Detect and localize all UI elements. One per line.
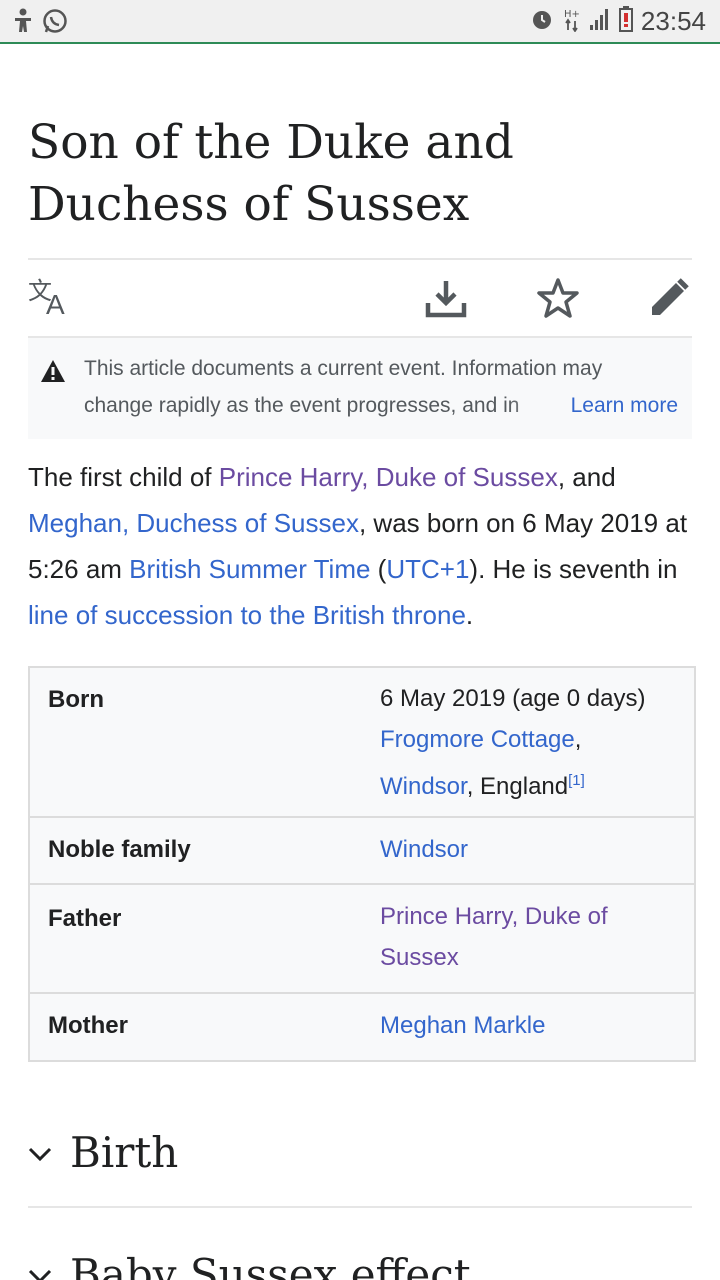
born-place-line-2: Windsor, England[1] [380,760,680,807]
current-event-notice: This article documents a current event. … [28,338,692,439]
infobox-value: Meghan Markle [380,1005,680,1046]
link-meghan-markle[interactable]: Meghan Markle [380,1012,545,1039]
section-birth[interactable]: Birth [28,1128,692,1206]
link-father[interactable]: Prince Harry, Duke of Sussex [380,903,608,971]
chevron-down-icon [28,1268,52,1280]
intro-text: , and [557,462,616,492]
edit-icon[interactable] [648,277,690,324]
link-line-of-succession[interactable]: line of succession to the British throne [28,600,466,630]
learn-more-link[interactable]: Learn more [571,394,678,418]
clock-time: 23:54 [640,6,706,36]
translate-icon[interactable]: 文 A [28,277,74,322]
infobox-value: Windsor [380,829,680,870]
download-icon[interactable] [425,277,467,324]
signal-icon [589,7,611,36]
notice-fade [508,390,568,430]
section-baby-sussex-effect[interactable]: Baby Sussex effect [28,1252,692,1280]
accessibility-icon [12,8,34,39]
born-country: , England [466,773,569,800]
link-meghan[interactable]: Meghan, Duchess of Sussex [28,508,359,538]
status-bar: H+ 23:54 [0,0,720,44]
infobox-label: Born [48,686,104,713]
intro-text: ). He is seventh in [469,554,678,584]
infobox-row-born: Born 6 May 2019 (age 0 days) Frogmore Co… [30,668,694,818]
page-title: Son of the Duke and Duchess of Sussex [28,115,514,232]
born-comma: , [574,726,582,753]
warning-icon [40,359,66,388]
intro-paragraph: The first child of Prince Harry, Duke of… [28,454,692,638]
network-hplus-icon: H+ [563,6,581,37]
link-noble-family[interactable]: Noble family [48,836,191,864]
title-divider [28,258,692,260]
notice-line-1: This article documents a current event. … [84,357,603,380]
infobox-row-mother: Mother Meghan Markle [30,994,694,1060]
link-windsor[interactable]: Windsor [380,773,467,800]
infobox-label: Mother [48,1012,128,1039]
whatsapp-icon [42,8,68,39]
battery-low-icon [618,6,633,37]
svg-text:A: A [46,289,65,317]
link-utc[interactable]: UTC+1 [386,554,469,584]
intro-text: . [465,600,474,630]
infobox: Born 6 May 2019 (age 0 days) Frogmore Co… [28,666,696,1062]
section-heading: Baby Sussex effect [70,1252,471,1280]
infobox-row-father: Father Prince Harry, Duke of Sussex [30,885,694,994]
link-prince-harry[interactable]: Prince Harry, Duke of Sussex [219,462,558,492]
svg-text:H+: H+ [564,9,580,20]
link-frogmore-cottage[interactable]: Frogmore Cottage [380,726,575,753]
reference-link[interactable]: [1] [568,772,585,789]
infobox-value: 6 May 2019 (age 0 days) Frogmore Cottage… [380,678,680,807]
link-windsor-family[interactable]: Windsor [380,836,468,863]
section-heading: Birth [70,1128,179,1177]
alarm-icon [529,6,555,37]
born-place-line-1: Frogmore Cottage, [380,719,680,760]
infobox-value: Prince Harry, Duke of Sussex [380,896,640,978]
intro-text: ( [370,554,387,584]
section-divider [28,1206,692,1208]
born-date: 6 May 2019 (age 0 days) [380,685,646,712]
chevron-down-icon [28,1146,52,1167]
intro-text: The first child of [28,462,219,492]
link-british-summer-time[interactable]: British Summer Time [129,554,370,584]
star-icon[interactable] [536,277,580,324]
infobox-row-noble-family: Noble family Windsor [30,818,694,885]
infobox-label: Father [48,905,122,932]
